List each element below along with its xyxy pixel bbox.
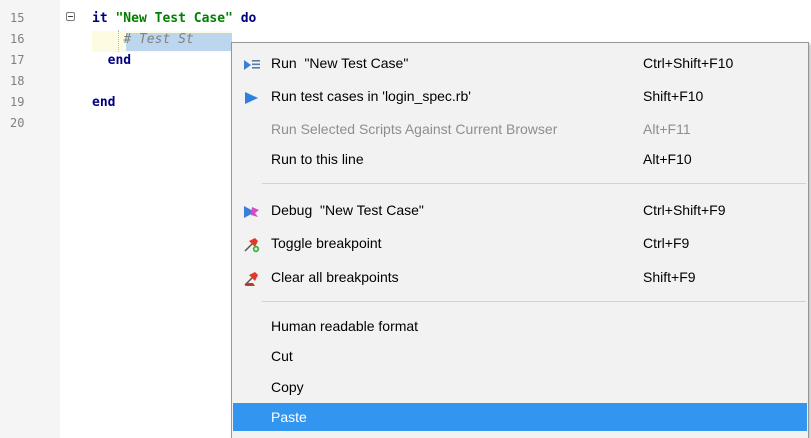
menu-item-shortcut: Alt+F10 [643, 151, 692, 167]
menu-item-shortcut: Shift+F10 [643, 88, 704, 104]
line-number: 18 [10, 74, 25, 88]
editor-gutter [0, 0, 60, 438]
menu-item-label: Run "New Test Case" [271, 55, 409, 71]
line-numbers: 15 16 17 18 19 20 [10, 8, 24, 134]
menu-separator [262, 183, 806, 184]
code-keyword: end [107, 53, 132, 68]
menu-item-shortcut: Alt+F11 [643, 121, 691, 137]
context-menu: Run "New Test Case" Ctrl+Shift+F10 Run t… [231, 42, 809, 438]
menu-item-human-readable-format[interactable]: Human readable format [233, 313, 807, 339]
debug-icon [243, 202, 261, 218]
collapse-fold-icon[interactable] [66, 12, 75, 21]
line-number: 16 [10, 32, 25, 46]
menu-item-run-to-line[interactable]: Run to this line Alt+F10 [233, 146, 807, 172]
menu-item-label: Toggle breakpoint [271, 235, 382, 251]
menu-item-cut[interactable]: Cut [233, 343, 807, 369]
menu-item-label: Run Selected Scripts Against Current Bro… [271, 121, 558, 137]
code-comment: # Test St [123, 32, 194, 47]
menu-item-label: Cut [271, 348, 293, 364]
menu-item-shortcut: Ctrl+Shift+F9 [643, 202, 726, 218]
menu-item-label: Copy [271, 379, 304, 395]
code-keyword: do [240, 11, 257, 26]
play-icon [243, 88, 261, 104]
menu-item-debug-test-case[interactable]: Debug "New Test Case" Ctrl+Shift+F9 [233, 197, 807, 223]
menu-item-label: Paste [271, 409, 307, 425]
line-number: 20 [10, 116, 25, 130]
menu-item-label: Clear all breakpoints [271, 269, 399, 285]
code-string: "New Test Case" [115, 11, 233, 26]
menu-item-shortcut: Shift+F9 [643, 269, 696, 285]
menu-item-run-test-case[interactable]: Run "New Test Case" Ctrl+Shift+F10 [233, 50, 807, 76]
menu-item-paste[interactable]: Paste [233, 403, 807, 431]
menu-item-shortcut: Ctrl+F9 [643, 235, 690, 251]
menu-item-toggle-breakpoint[interactable]: Toggle breakpoint Ctrl+F9 [233, 230, 807, 256]
menu-item-shortcut: Ctrl+Shift+F10 [643, 55, 734, 71]
code-line[interactable]: it "New Test Case" do [92, 8, 256, 29]
menu-item-label: Run to this line [271, 151, 364, 167]
line-number: 19 [10, 95, 25, 109]
menu-item-run-selected-scripts: Run Selected Scripts Against Current Bro… [233, 116, 807, 142]
menu-item-clear-breakpoints[interactable]: Clear all breakpoints Shift+F9 [233, 264, 807, 290]
toggle-breakpoint-icon [243, 235, 261, 253]
menu-item-copy[interactable]: Copy [233, 374, 807, 400]
code-keyword: it [92, 11, 108, 26]
line-number: 15 [10, 11, 25, 25]
line-number: 17 [10, 53, 25, 67]
clear-breakpoints-icon [243, 269, 261, 286]
code-keyword: end [92, 95, 116, 110]
run-test-case-icon [243, 55, 261, 71]
menu-item-label: Human readable format [271, 318, 419, 334]
menu-item-label: Run test cases in 'login_spec.rb' [271, 88, 471, 104]
menu-item-run-spec-file[interactable]: Run test cases in 'login_spec.rb' Shift+… [233, 83, 807, 109]
menu-item-label: Debug "New Test Case" [271, 202, 424, 218]
menu-separator [262, 301, 806, 302]
